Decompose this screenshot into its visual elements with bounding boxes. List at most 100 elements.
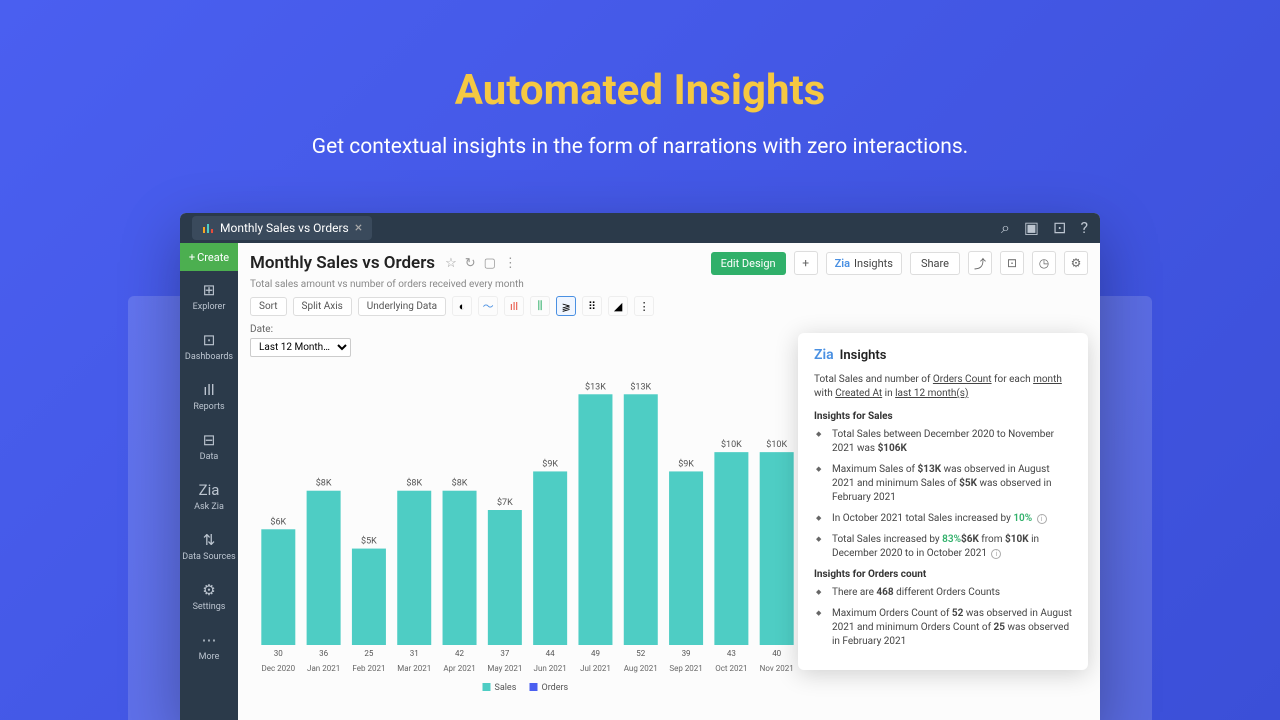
plus-icon: + [189, 251, 195, 264]
help-icon[interactable]: ? [1080, 218, 1088, 238]
sidebar-item-data[interactable]: ⊟ Data [180, 421, 238, 471]
bar-chart-icon[interactable]: ıll [504, 296, 524, 316]
sidebar-item-data-sources[interactable]: ⇅ Data Sources [180, 521, 238, 571]
orders-value: 42 [455, 649, 464, 658]
orders-value: 31 [410, 649, 419, 658]
category-label: Sep 2021 [669, 664, 702, 673]
sidebar-icon: ⊟ [203, 431, 216, 449]
category-label: Jan 2021 [307, 664, 340, 673]
star-icon[interactable]: ☆ [445, 256, 457, 271]
scatter-chart-icon[interactable]: ⠿ [582, 296, 602, 316]
refresh-icon[interactable]: ↻ [465, 256, 476, 271]
insights-title: Insights [840, 348, 887, 363]
sidebar: + Create ⊞Explorer ⊡ Dashboards ıll Reports ⊟… [180, 243, 238, 720]
clock-icon[interactable]: ◷ [1032, 251, 1056, 275]
sidebar-icon: ıll [203, 381, 214, 399]
insights-sales-list: Total Sales between December 2020 to Nov… [814, 428, 1072, 561]
sidebar-label: Settings [193, 602, 226, 612]
sidebar-item-settings[interactable]: ⚙ Settings [180, 571, 238, 621]
orders-value: 37 [500, 649, 509, 658]
orders-value: 36 [319, 649, 328, 658]
comment-icon[interactable]: ⊡ [1053, 218, 1066, 238]
legend-orders: Orders [542, 683, 569, 693]
sidebar-icon: ⋯ [202, 631, 217, 649]
orders-value: 49 [591, 649, 600, 658]
page-subtitle: Total sales amount vs number of orders r… [238, 279, 1100, 296]
toolbar: Sort Split Axis Underlying Data ◐ 〜 ıll … [238, 296, 1100, 324]
underlying-data-button[interactable]: Underlying Data [358, 297, 446, 316]
split-axis-button[interactable]: Split Axis [293, 297, 352, 316]
sidebar-label: Data Sources [182, 552, 235, 562]
category-label: Apr 2021 [443, 664, 475, 673]
sidebar-item-dashboards[interactable]: ⊡ Dashboards [180, 321, 238, 371]
title-actions: ☆ ↻ ▢ ⋮ [445, 256, 517, 271]
category-label: Mar 2021 [397, 664, 431, 673]
search-icon[interactable]: ⌕ [1001, 218, 1010, 238]
sidebar-icon: ⊞ [203, 281, 216, 299]
sidebar-item-ask-zia[interactable]: ZiaAsk Zia [180, 471, 238, 521]
insight-item: In October 2021 total Sales increased by… [824, 512, 1072, 526]
orders-value: 43 [727, 649, 736, 658]
insights-button[interactable]: Zia Insights [826, 252, 902, 275]
sidebar-item-reports[interactable]: ıll Reports [180, 371, 238, 421]
insights-orders-list: There are 468 different Orders CountsMax… [814, 586, 1072, 649]
clipboard-icon[interactable]: ▢ [484, 256, 496, 271]
close-icon[interactable]: × [355, 220, 362, 236]
sort-button[interactable]: Sort [250, 297, 287, 316]
sidebar-label: Data [200, 452, 219, 462]
bar-label: $7K [497, 497, 513, 508]
insights-header: Zia Insights [814, 347, 1072, 363]
line-chart-icon[interactable]: 〜 [478, 296, 498, 316]
sidebar-icon: ⚙ [202, 581, 215, 599]
more-icon[interactable]: ⋮ [504, 256, 517, 271]
combo-chart-icon[interactable]: ⫺ [556, 296, 576, 316]
category-label: Oct 2021 [715, 664, 747, 673]
category-label: Nov 2021 [760, 664, 794, 673]
edit-design-button[interactable]: Edit Design [711, 252, 786, 275]
bar-label: $8K [452, 478, 468, 489]
bar-sales [397, 491, 431, 645]
settings-icon[interactable]: ⚙ [1064, 251, 1088, 275]
chat-icon[interactable]: ⊡ [1000, 251, 1024, 275]
add-button[interactable]: + [794, 251, 818, 275]
date-select[interactable]: Last 12 Month… [250, 338, 351, 357]
sidebar-label: More [199, 652, 220, 662]
create-button[interactable]: + Create [180, 243, 238, 271]
titlebar: Monthly Sales vs Orders × ⌕ ▣ ⊡ ? [180, 213, 1100, 243]
legend-orders-swatch [530, 683, 538, 691]
pie-chart-icon[interactable]: ◐ [452, 296, 472, 316]
insight-item: Total Sales increased by 83%$6K from $10… [824, 533, 1072, 561]
sidebar-icon: ⊡ [203, 331, 216, 349]
export-icon[interactable]: ⤴ [968, 251, 992, 275]
category-label: Feb 2021 [352, 664, 385, 673]
header-right: Edit Design + Zia Insights Share ⤴ ⊡ ◷ ⚙ [711, 251, 1088, 275]
bar-sales [352, 549, 386, 645]
calendar-icon[interactable]: ▣ [1024, 218, 1039, 238]
column-chart-icon[interactable]: ⫼ [530, 296, 550, 316]
header-row: Monthly Sales vs Orders ☆ ↻ ▢ ⋮ Edit Des… [238, 243, 1100, 279]
insight-item: Maximum Orders Count of 52 was observed … [824, 607, 1072, 649]
bar-sales [624, 394, 658, 645]
sidebar-item-more[interactable]: ⋯ More [180, 621, 238, 671]
bar-label: $5K [361, 536, 377, 547]
hero-subtitle: Get contextual insights in the form of n… [0, 115, 1280, 159]
bar-label: $8K [406, 478, 422, 489]
bar-sales [760, 452, 794, 645]
info-icon[interactable]: i [1037, 514, 1047, 524]
sidebar-icon: ⇅ [203, 531, 216, 549]
insights-sales-title: Insights for Sales [814, 411, 1072, 422]
sidebar-label: Reports [193, 402, 224, 412]
more-charts-icon[interactable]: ⋮ [634, 296, 654, 316]
category-label: Jul 2021 [580, 664, 611, 673]
bar-sales [307, 491, 341, 645]
tab-monthly-sales[interactable]: Monthly Sales vs Orders × [192, 216, 372, 240]
legend-sales: Sales [495, 683, 517, 693]
bar-label: $6K [270, 516, 286, 527]
hero-title: Automated Insights [0, 0, 1280, 115]
sidebar-item-explorer[interactable]: ⊞Explorer [180, 271, 238, 321]
info-icon[interactable]: i [991, 549, 1001, 559]
zia-icon: Zia [835, 257, 850, 270]
area-chart-icon[interactable]: ◢ [608, 296, 628, 316]
sidebar-label: Dashboards [185, 352, 233, 362]
share-button[interactable]: Share [910, 252, 960, 275]
